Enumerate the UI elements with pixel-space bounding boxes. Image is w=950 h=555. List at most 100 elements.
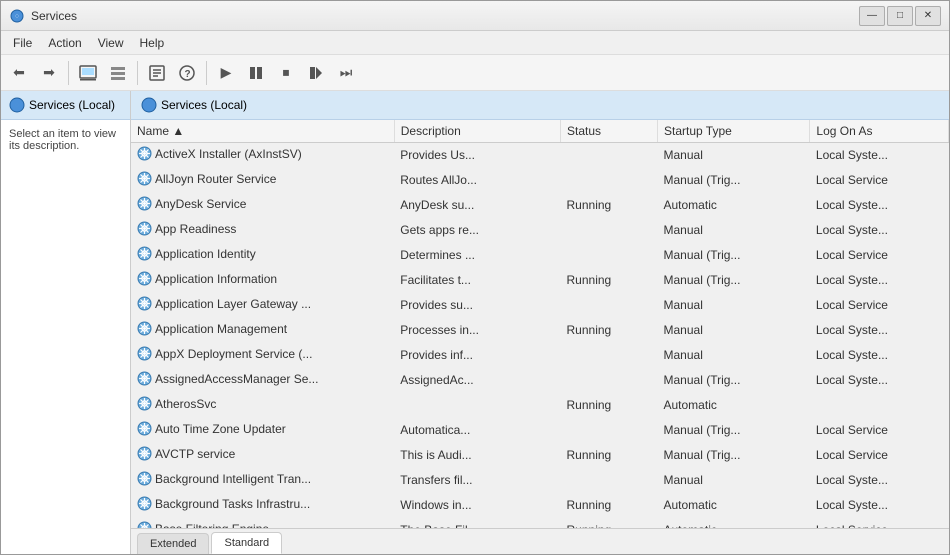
service-startup-cell: Manual	[658, 318, 810, 343]
service-description-cell: This is Audi...	[394, 443, 560, 468]
back-button[interactable]: ⬅	[5, 59, 33, 87]
left-panel-header: Services (Local)	[1, 91, 130, 120]
menu-view[interactable]: View	[90, 34, 132, 52]
service-name-cell: Application Information	[131, 268, 394, 293]
menu-file[interactable]: File	[5, 34, 40, 52]
service-logon-cell: Local Syste...	[810, 193, 949, 218]
right-panel-icon	[141, 97, 157, 113]
properties-button[interactable]	[143, 59, 171, 87]
table-row[interactable]: Application Identity Determines ...Manua…	[131, 243, 949, 268]
service-logon-cell: Local Service	[810, 518, 949, 529]
table-header: Name ▲ Description Status Startup Type L…	[131, 120, 949, 143]
service-status-cell	[561, 168, 658, 193]
service-name-cell: Application Management	[131, 318, 394, 343]
resume-service-button[interactable]: ⏭	[332, 59, 360, 87]
menu-action[interactable]: Action	[40, 34, 89, 52]
table-row[interactable]: AllJoyn Router Service Routes AllJo...Ma…	[131, 168, 949, 193]
service-description-cell: AssignedAc...	[394, 368, 560, 393]
table-row[interactable]: Application Information Facilitates t...…	[131, 268, 949, 293]
table-row[interactable]: Base Filtering Engine The Base Fil...Run…	[131, 518, 949, 529]
start-service-button[interactable]: ▶	[212, 59, 240, 87]
service-status-cell: Running	[561, 443, 658, 468]
service-startup-cell: Manual	[658, 343, 810, 368]
service-status-cell: Running	[561, 493, 658, 518]
service-description-cell: Transfers fil...	[394, 468, 560, 493]
right-panel-header: Services (Local)	[131, 91, 949, 120]
service-startup-cell: Manual (Trig...	[658, 443, 810, 468]
service-logon-cell: Local Syste...	[810, 318, 949, 343]
service-startup-cell: Manual (Trig...	[658, 268, 810, 293]
table-row[interactable]: ActiveX Installer (AxInstSV) Provides Us…	[131, 143, 949, 168]
service-status-cell	[561, 243, 658, 268]
svg-text:?: ?	[185, 69, 191, 80]
service-logon-cell: Local Syste...	[810, 143, 949, 168]
service-name-cell: Application Identity	[131, 243, 394, 268]
service-description-cell: Provides Us...	[394, 143, 560, 168]
service-name-cell: Auto Time Zone Updater	[131, 418, 394, 443]
service-logon-cell: Local Syste...	[810, 493, 949, 518]
service-description-cell: Facilitates t...	[394, 268, 560, 293]
service-status-cell: Running	[561, 393, 658, 418]
service-description-cell: Provides su...	[394, 293, 560, 318]
service-name-cell: AtherosSvc	[131, 393, 394, 418]
col-logon[interactable]: Log On As	[810, 120, 949, 143]
left-panel-description: Select an item to view its description.	[1, 120, 130, 554]
table-row[interactable]: App Readiness Gets apps re...ManualLocal…	[131, 218, 949, 243]
col-name[interactable]: Name ▲	[131, 120, 394, 143]
toolbar-separator-2	[137, 61, 138, 85]
window-title: Services	[31, 9, 859, 23]
table-row[interactable]: AssignedAccessManager Se... AssignedAc..…	[131, 368, 949, 393]
forward-button[interactable]: ➡	[35, 59, 63, 87]
col-description[interactable]: Description	[394, 120, 560, 143]
table-row[interactable]: AVCTP service This is Audi...RunningManu…	[131, 443, 949, 468]
service-name-cell: Background Intelligent Tran...	[131, 468, 394, 493]
table-row[interactable]: AppX Deployment Service (... Provides in…	[131, 343, 949, 368]
minimize-button[interactable]: —	[859, 6, 885, 26]
service-startup-cell: Manual (Trig...	[658, 418, 810, 443]
table-row[interactable]: Auto Time Zone Updater Automatica...Manu…	[131, 418, 949, 443]
service-status-cell	[561, 368, 658, 393]
title-bar: Services — □ ✕	[1, 1, 949, 31]
table-row[interactable]: Application Layer Gateway ... Provides s…	[131, 293, 949, 318]
service-description-cell: Gets apps re...	[394, 218, 560, 243]
service-description-cell: Determines ...	[394, 243, 560, 268]
services-local-icon	[9, 97, 25, 113]
service-description-cell: The Base Fil...	[394, 518, 560, 529]
col-startup[interactable]: Startup Type	[658, 120, 810, 143]
service-logon-cell: Local Syste...	[810, 343, 949, 368]
table-row[interactable]: Background Intelligent Tran... Transfers…	[131, 468, 949, 493]
table-row[interactable]: Background Tasks Infrastru... Windows in…	[131, 493, 949, 518]
table-row[interactable]: Application Management Processes in...Ru…	[131, 318, 949, 343]
pause-service-button[interactable]	[242, 59, 270, 87]
service-status-cell	[561, 468, 658, 493]
table-row[interactable]: AtherosSvc RunningAutomatic	[131, 393, 949, 418]
list-view-button[interactable]	[104, 59, 132, 87]
service-logon-cell: Local Service	[810, 243, 949, 268]
service-startup-cell: Automatic	[658, 493, 810, 518]
table-row[interactable]: AnyDesk Service AnyDesk su...RunningAuto…	[131, 193, 949, 218]
service-name-cell: ActiveX Installer (AxInstSV)	[131, 143, 394, 168]
maximize-button[interactable]: □	[887, 6, 913, 26]
service-name-cell: AllJoyn Router Service	[131, 168, 394, 193]
close-button[interactable]: ✕	[915, 6, 941, 26]
menu-help[interactable]: Help	[132, 34, 173, 52]
toolbar-separator-1	[68, 61, 69, 85]
services-table[interactable]: Name ▲ Description Status Startup Type L…	[131, 120, 949, 528]
service-status-cell: Running	[561, 518, 658, 529]
col-status[interactable]: Status	[561, 120, 658, 143]
tab-standard[interactable]: Standard	[211, 532, 282, 554]
main-area: Services (Local) Select an item to view …	[1, 91, 949, 554]
restart-service-button[interactable]	[302, 59, 330, 87]
help-button[interactable]: ?	[173, 59, 201, 87]
service-logon-cell: Local Service	[810, 168, 949, 193]
service-status-cell	[561, 418, 658, 443]
right-panel-title: Services (Local)	[161, 98, 247, 112]
service-startup-cell: Automatic	[658, 193, 810, 218]
stop-service-button[interactable]: ⏹	[272, 59, 300, 87]
service-logon-cell: Local Service	[810, 293, 949, 318]
left-panel-title: Services (Local)	[29, 98, 115, 112]
show-console-button[interactable]	[74, 59, 102, 87]
tab-extended[interactable]: Extended	[137, 533, 209, 554]
service-startup-cell: Manual	[658, 468, 810, 493]
menu-bar: File Action View Help	[1, 31, 949, 55]
